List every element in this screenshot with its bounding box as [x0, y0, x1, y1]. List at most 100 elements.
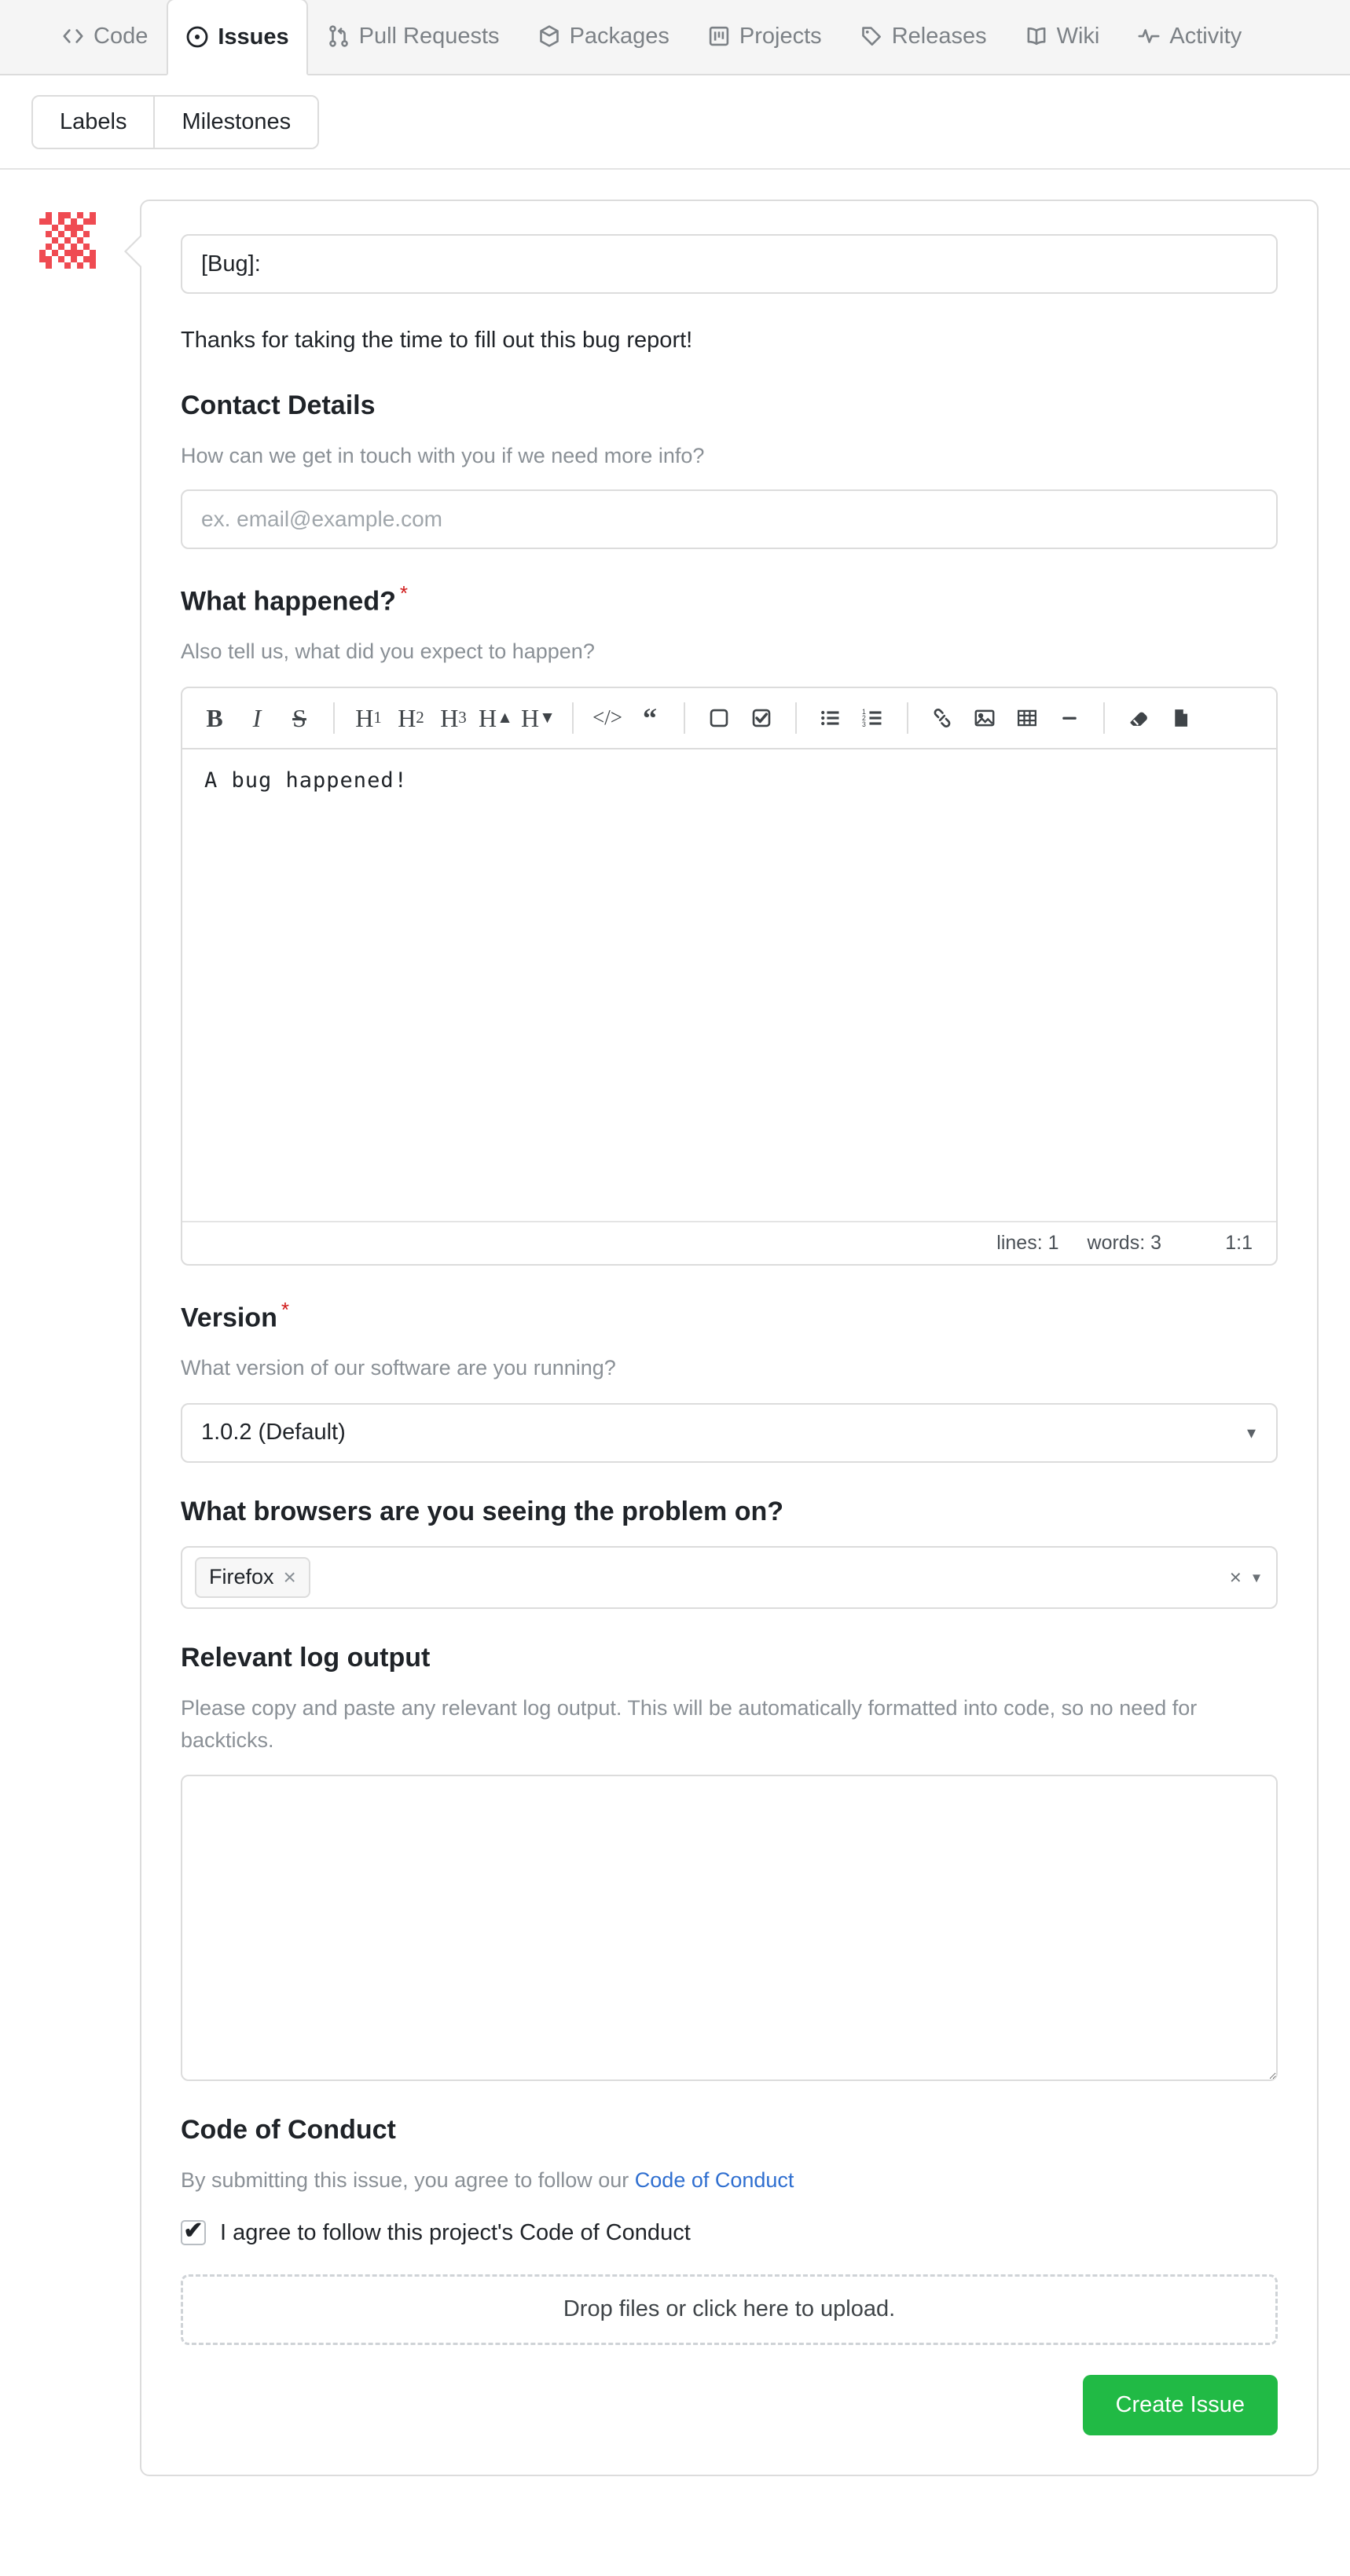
checkbox-checked-icon[interactable]: [740, 696, 783, 740]
editor-word-count: words: 3: [1087, 1231, 1161, 1254]
chip-remove-icon[interactable]: ×: [284, 1565, 296, 1590]
create-issue-button[interactable]: Create Issue: [1082, 2374, 1278, 2435]
svg-text:3: 3: [862, 720, 866, 728]
issue-body-textarea[interactable]: A bug happened!: [182, 749, 1276, 1221]
toolbar-separator: [333, 702, 335, 734]
contact-details-heading: Contact Details: [181, 390, 376, 421]
tab-label: Releases: [891, 23, 987, 49]
editor-status-bar: lines: 1 words: 3 1:1: [182, 1220, 1276, 1264]
toolbar-separator: [572, 702, 574, 734]
code-icon: [61, 24, 85, 48]
heading-1-icon[interactable]: H1: [347, 696, 390, 740]
project-icon: [707, 24, 731, 48]
tab-projects[interactable]: Projects: [688, 9, 841, 64]
code-of-conduct-description-text: By submitting this issue, you agree to f…: [181, 2168, 635, 2193]
browsers-heading: What browsers are you seeing the problem…: [181, 1496, 784, 1526]
what-happened-label: What happened?: [181, 586, 396, 617]
chip-label: Firefox: [209, 1565, 274, 1589]
eraser-icon[interactable]: [1117, 696, 1160, 740]
bold-icon[interactable]: B: [193, 696, 236, 740]
toolbar-separator: [684, 702, 685, 734]
toolbar-separator: [907, 702, 908, 734]
repo-navigation-bar: Code Issues Pull Requests Packages Proje: [0, 0, 1350, 75]
tab-issues[interactable]: Issues: [167, 0, 308, 75]
tab-pull-requests[interactable]: Pull Requests: [308, 9, 519, 64]
numbered-list-icon[interactable]: 123: [852, 696, 894, 740]
checkbox-unchecked-icon[interactable]: [698, 696, 740, 740]
tab-label: Packages: [569, 23, 669, 49]
file-upload-dropzone[interactable]: Drop files or click here to upload.: [181, 2274, 1278, 2345]
code-of-conduct-link[interactable]: Code of Conduct: [635, 2168, 794, 2192]
link-icon[interactable]: [921, 696, 963, 740]
strikethrough-icon[interactable]: S: [278, 696, 321, 740]
form-intro-text: Thanks for taking the time to fill out t…: [181, 328, 693, 353]
required-asterisk: *: [281, 1297, 289, 1321]
version-description: What version of our software are you run…: [181, 1356, 616, 1380]
toolbar-separator: [1103, 702, 1105, 734]
contact-email-input[interactable]: [181, 489, 1278, 549]
image-icon[interactable]: [963, 696, 1006, 740]
what-happened-description: Also tell us, what did you expect to hap…: [181, 639, 595, 664]
heading-3-icon[interactable]: H3: [432, 696, 475, 740]
log-output-description: Please copy and paste any relevant log o…: [181, 1696, 1198, 1752]
check-icon: ✔: [183, 2218, 204, 2244]
horizontal-rule-icon[interactable]: [1048, 696, 1091, 740]
table-icon[interactable]: [1006, 696, 1048, 740]
tab-releases[interactable]: Releases: [841, 9, 1006, 64]
tab-label: Code: [94, 23, 149, 49]
multiselect-actions: × ▾: [1230, 1565, 1260, 1589]
browser-chip-firefox[interactable]: Firefox ×: [195, 1556, 310, 1598]
book-icon: [1025, 24, 1048, 48]
tab-code[interactable]: Code: [42, 9, 167, 64]
browsers-multiselect[interactable]: Firefox × × ▾: [181, 1545, 1278, 1609]
issue-form-card: Thanks for taking the time to fill out t…: [124, 200, 1319, 2476]
heading-decrease-icon[interactable]: H ▼: [517, 696, 559, 740]
italic-icon[interactable]: I: [236, 696, 278, 740]
milestones-button[interactable]: Milestones: [153, 96, 318, 148]
code-of-conduct-checkbox-label: I agree to follow this project's Code of…: [220, 2219, 691, 2245]
clear-all-icon[interactable]: ×: [1230, 1565, 1242, 1589]
code-of-conduct-description: By submitting this issue, you agree to f…: [181, 2164, 1278, 2197]
tab-label: Activity: [1169, 23, 1242, 49]
heading-2-icon[interactable]: H2: [390, 696, 432, 740]
toolbar-separator: [795, 702, 797, 734]
avatar-column: [31, 200, 118, 2476]
code-icon[interactable]: </>: [586, 696, 629, 740]
version-select[interactable]: 1.0.2 (Default) ▾: [181, 1402, 1278, 1463]
log-output-heading: Relevant log output: [181, 1642, 431, 1673]
submit-row: Create Issue: [181, 2374, 1278, 2435]
labels-button[interactable]: Labels: [33, 96, 154, 148]
version-heading: Version *: [181, 1297, 1278, 1336]
tab-label: Projects: [739, 23, 822, 49]
chevron-down-icon[interactable]: ▾: [1253, 1567, 1260, 1587]
bulleted-list-icon[interactable]: [809, 696, 852, 740]
issue-opened-icon: [185, 25, 209, 49]
avatar: [39, 212, 102, 275]
version-selected-value: 1.0.2 (Default): [201, 1420, 346, 1446]
contact-details-description: How can we get in touch with you if we n…: [181, 444, 705, 468]
dropzone-label: Drop files or click here to upload.: [563, 2296, 896, 2322]
log-output-textarea[interactable]: [181, 1775, 1278, 2082]
markdown-editor-toolbar: B I S H1 H2 H3 H ▲ H ▼ </> “ 1 2 3: [182, 688, 1276, 749]
tab-label: Wiki: [1056, 23, 1100, 49]
version-label: Version: [181, 1303, 277, 1333]
quote-icon[interactable]: “: [629, 696, 671, 740]
code-of-conduct-checkbox[interactable]: ✔: [181, 2218, 206, 2246]
tag-icon: [860, 24, 883, 48]
heading-increase-icon[interactable]: H ▲: [475, 696, 517, 740]
file-icon[interactable]: [1160, 696, 1202, 740]
labels-milestones-button-group: Labels Milestones: [31, 94, 320, 149]
what-happened-heading: What happened? *: [181, 581, 1278, 619]
code-of-conduct-agreement-row[interactable]: ✔ I agree to follow this project's Code …: [181, 2218, 1278, 2246]
code-of-conduct-heading: Code of Conduct: [181, 2115, 396, 2145]
tab-packages[interactable]: Packages: [519, 9, 688, 64]
issue-title-input[interactable]: [181, 234, 1278, 294]
pulse-icon: [1137, 24, 1161, 48]
tab-label: Pull Requests: [358, 23, 500, 49]
tab-wiki[interactable]: Wiki: [1006, 9, 1119, 64]
tab-activity[interactable]: Activity: [1118, 9, 1260, 64]
markdown-editor: B I S H1 H2 H3 H ▲ H ▼ </> “ 1 2 3 A bug…: [181, 686, 1278, 1266]
tab-label: Issues: [218, 24, 289, 49]
editor-line-count: lines: 1: [996, 1231, 1059, 1254]
package-icon: [537, 24, 561, 48]
